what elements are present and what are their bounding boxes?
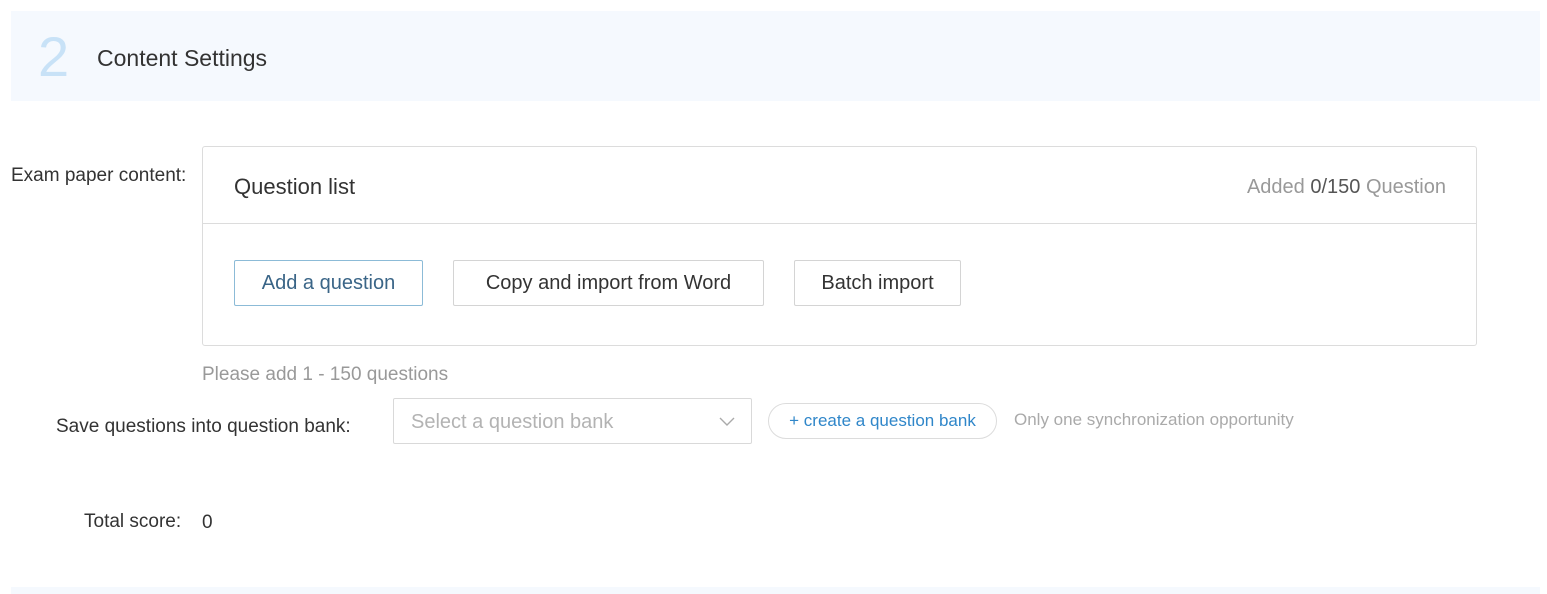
- question-count-hint: Please add 1 - 150 questions: [202, 364, 449, 385]
- question-count: Added 0/150 Question: [1247, 174, 1446, 200]
- question-count-prefix: Added: [1246, 176, 1311, 198]
- question-count-max: 150: [1327, 176, 1361, 198]
- question-list-title: Question list: [234, 174, 356, 199]
- create-question-bank-button[interactable]: + create a question bank: [768, 403, 997, 439]
- total-score-label: Total score:: [84, 511, 182, 532]
- chevron-down-icon: [719, 417, 735, 426]
- exam-paper-content-label: Exam paper content:: [11, 165, 187, 186]
- question-count-suffix: Question: [1360, 176, 1446, 198]
- section-header: 2 Content Settings: [11, 11, 1540, 101]
- question-bank-label: Save questions into question bank:: [56, 416, 351, 437]
- section-title: Content Settings: [97, 45, 268, 71]
- batch-import-button[interactable]: Batch import: [794, 260, 961, 306]
- step-number: 2: [38, 25, 70, 88]
- question-bank-select[interactable]: Select a question bank: [393, 398, 752, 444]
- copy-import-word-button[interactable]: Copy and import from Word: [453, 260, 764, 306]
- question-count-current: 0: [1310, 176, 1322, 198]
- question-list-header: Question list Added 0/150 Question: [203, 147, 1476, 224]
- total-score-value: 0: [202, 512, 213, 533]
- question-list-card: Question list Added 0/150 Question Add a…: [202, 146, 1477, 346]
- question-bank-placeholder: Select a question bank: [411, 411, 614, 433]
- next-section-header: [11, 587, 1540, 594]
- add-question-button[interactable]: Add a question: [234, 260, 423, 306]
- sync-note: Only one synchronization opportunity: [1014, 410, 1294, 429]
